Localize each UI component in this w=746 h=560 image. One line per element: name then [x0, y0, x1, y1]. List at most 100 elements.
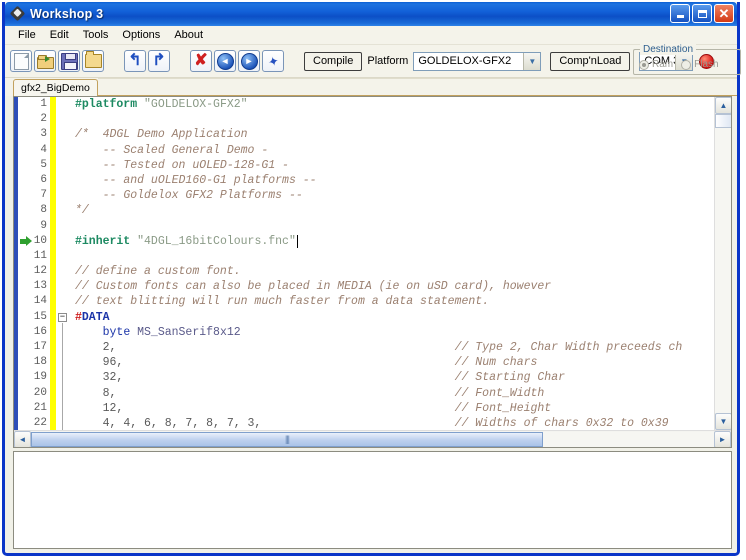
code-line: /* 4DGL Demo Application: [75, 128, 248, 142]
redo-button[interactable]: ↱: [148, 50, 170, 72]
radio-dot-icon: [639, 59, 649, 70]
save-file-icon: [60, 52, 78, 70]
code-line: byte MS_SanSerif8x12: [102, 325, 241, 339]
horizontal-scrollbar[interactable]: ◄ ||| ►: [14, 430, 731, 447]
previous-icon: ◄: [216, 52, 234, 70]
vertical-scrollbar-track[interactable]: [715, 128, 731, 413]
destination-radio-ram[interactable]: Ram: [639, 59, 673, 70]
code-line: 4, 4, 6, 8, 7, 8, 7, 3, // Widths of cha…: [102, 416, 669, 430]
code-fold-gutter[interactable]: −: [56, 97, 70, 430]
menu-item-options[interactable]: Options: [115, 28, 167, 43]
scroll-down-button[interactable]: ▼: [715, 413, 731, 430]
tab-gfx2-bigdemo[interactable]: gfx2_BigDemo: [13, 79, 98, 96]
tab-strip: gfx2_BigDemo: [5, 78, 737, 96]
window-title: Workshop 3: [30, 7, 104, 21]
code-line: 12, // Font_Height: [102, 401, 552, 415]
menu-item-tools[interactable]: Tools: [76, 28, 116, 43]
destination-ram-label: Ram: [652, 59, 674, 70]
code-line: -- Scaled General Demo -: [102, 143, 269, 157]
save-file-button[interactable]: [58, 50, 80, 72]
code-line: #inherit "4DGL_16bitColours.fnc": [75, 234, 296, 248]
code-line: 32, // Starting Char: [102, 371, 566, 385]
menu-item-edit[interactable]: Edit: [43, 28, 76, 43]
maximize-button[interactable]: [692, 4, 712, 23]
line-number: 17: [33, 341, 47, 353]
undo-icon: ↰: [128, 52, 142, 69]
code-fold-toggle[interactable]: −: [58, 312, 67, 322]
line-number: 6: [40, 173, 47, 186]
pin-button[interactable]: ✦: [262, 50, 284, 72]
code-line: -- Tested on uOLED-128-G1 -: [102, 158, 289, 172]
line-number: 3: [40, 128, 47, 141]
compile-button[interactable]: Compile: [304, 51, 363, 71]
minimize-button[interactable]: [670, 4, 690, 23]
vertical-scrollbar[interactable]: ▲ ▼: [714, 97, 731, 430]
code-line: // text blitting will run much faster fr…: [75, 295, 490, 309]
line-number: 4: [40, 143, 47, 156]
tab-strip-filler: [97, 78, 737, 96]
open-folder-icon: [84, 51, 102, 68]
window-controls: ✕: [670, 4, 734, 23]
nav-button-group: ✘ ◄ ► ✦: [190, 50, 286, 72]
file-button-group: [10, 50, 106, 72]
app-diamond-icon: [9, 5, 26, 22]
open-file-button[interactable]: [34, 50, 56, 72]
chevron-down-icon[interactable]: ▼: [523, 52, 541, 70]
destination-group: Destination Ram Flash: [633, 44, 741, 75]
code-text-area[interactable]: #platform "GOLDELOX-GFX2" /* 4DGL Demo A…: [70, 97, 714, 430]
code-editor-body: 123456789101112131415161718192021222324 …: [14, 97, 731, 430]
line-number: 16: [33, 325, 47, 338]
destination-radio-flash[interactable]: Flash: [681, 59, 719, 70]
next-icon: ►: [240, 52, 258, 70]
output-pane[interactable]: [13, 451, 732, 549]
line-number: 22: [33, 416, 47, 429]
platform-select-value: GOLDELOX-GFX2: [418, 55, 512, 67]
previous-button[interactable]: ◄: [214, 50, 236, 72]
line-number: 5: [40, 158, 47, 171]
menu-item-about[interactable]: About: [167, 28, 210, 43]
edit-button-group: ↰ ↱: [124, 50, 172, 72]
line-number-gutter: 123456789101112131415161718192021222324: [18, 97, 50, 430]
compile-load-button[interactable]: Comp'nLoad: [550, 51, 631, 71]
menu-bar: File Edit Tools Options About: [5, 26, 737, 45]
pin-icon: ✦: [265, 52, 281, 70]
line-number: 8: [40, 204, 47, 217]
new-file-button[interactable]: [10, 50, 32, 72]
new-file-icon: [13, 52, 29, 70]
vertical-scrollbar-thumb[interactable]: [715, 114, 731, 128]
line-number: 11: [33, 249, 47, 262]
horizontal-scrollbar-track[interactable]: [543, 431, 714, 447]
platform-select[interactable]: GOLDELOX-GFX2 ▼: [413, 51, 542, 71]
line-number: 21: [33, 401, 47, 414]
line-number: 19: [33, 371, 47, 384]
line-number: 12: [33, 265, 47, 278]
open-file-icon: [37, 54, 54, 69]
code-editor-viewport[interactable]: 123456789101112131415161718192021222324 …: [14, 97, 714, 430]
scroll-up-button[interactable]: ▲: [715, 97, 731, 114]
line-number: 1: [40, 98, 47, 110]
line-number: 7: [40, 189, 47, 202]
undo-button[interactable]: ↰: [124, 50, 146, 72]
close-button[interactable]: ✕: [714, 4, 734, 23]
bookmark-arrow-icon: [20, 235, 33, 247]
destination-legend: Destination: [640, 44, 697, 55]
code-line: 2, // Type 2, Char Width preceeds ch: [102, 341, 683, 354]
scroll-left-button[interactable]: ◄: [14, 430, 31, 447]
title-bar: Workshop 3 ✕: [5, 2, 737, 26]
code-line: -- Goldelox GFX2 Platforms --: [102, 189, 303, 203]
horizontal-scrollbar-thumb[interactable]: |||: [31, 431, 543, 447]
next-button[interactable]: ►: [238, 50, 260, 72]
toolbar: ↰ ↱ ✘ ◄ ► ✦ Compile Platform GOLDELOX-GF…: [5, 44, 741, 78]
code-editor: 123456789101112131415161718192021222324 …: [13, 96, 732, 448]
close-file-button[interactable]: ✘: [190, 50, 212, 72]
code-line: // Custom fonts can also be placed in ME…: [75, 280, 552, 294]
line-number: 13: [33, 280, 47, 293]
open-folder-button[interactable]: [82, 50, 104, 72]
menu-item-file[interactable]: File: [11, 28, 43, 43]
code-line: #platform "GOLDELOX-GFX2": [75, 98, 248, 111]
scroll-right-button[interactable]: ►: [714, 430, 731, 447]
code-line: */: [75, 204, 89, 218]
